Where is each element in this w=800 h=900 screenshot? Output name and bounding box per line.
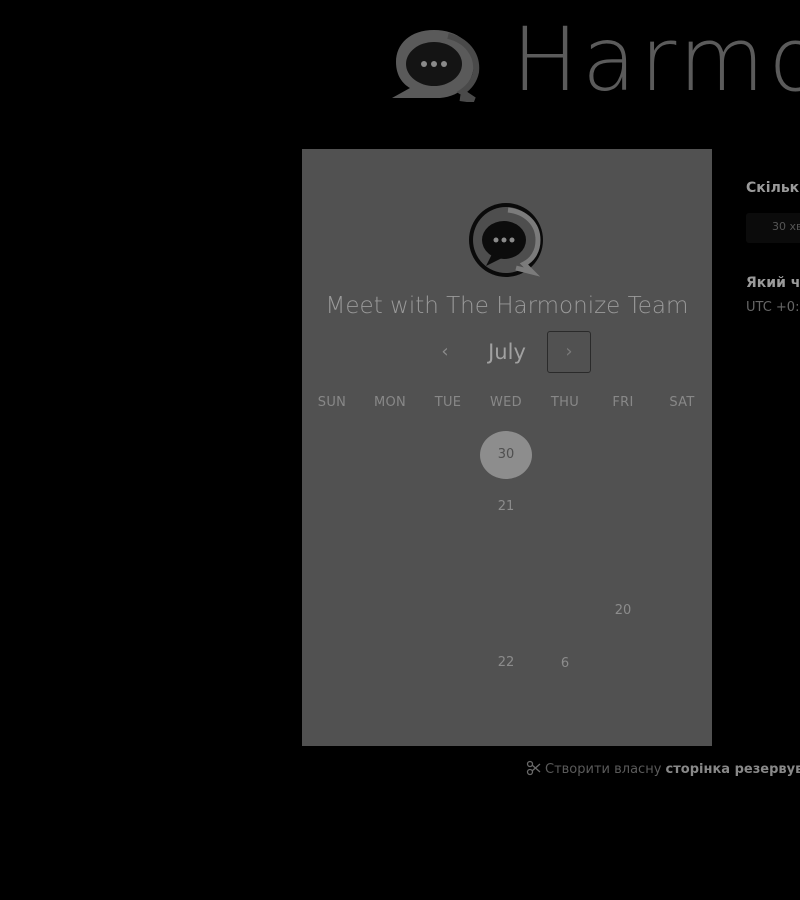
calendar-day[interactable]: 6	[539, 640, 591, 688]
footer-link[interactable]: сторінка резервува	[666, 762, 800, 777]
calendar-day[interactable]: 20	[597, 587, 649, 635]
weekday-sat: SAT	[669, 395, 695, 410]
time-heading: Який ч	[746, 275, 800, 291]
footer-promo: Створити власну сторінка резервува	[526, 760, 800, 778]
weekday-thu: THU	[550, 395, 580, 410]
scissors-icon	[526, 760, 541, 776]
chat-bubble-logo-icon	[392, 30, 480, 102]
duration-option[interactable]: 30 хв	[746, 213, 800, 243]
month-label: July	[488, 340, 526, 364]
footer-text: Створити власну	[545, 762, 662, 777]
weekday-wed: WED	[490, 395, 522, 410]
timezone-selector[interactable]: UTC +0:	[746, 300, 799, 315]
weekday-sun: SUN	[317, 395, 347, 410]
brand-name: Harmo	[512, 8, 800, 111]
weekday-mon: MON	[373, 395, 407, 410]
booking-page: Harmo Meet with The Harmonize Team ‹ Jul…	[0, 0, 800, 900]
weekday-fri: FRI	[612, 395, 634, 410]
calendar-day[interactable]: 22	[480, 639, 532, 687]
chevron-right-icon: ›	[565, 341, 573, 362]
duration-heading: Скільк	[746, 180, 800, 196]
calendar-day[interactable]: 21	[480, 483, 532, 531]
booking-panel: Meet with The Harmonize Team ‹ July › SU…	[302, 149, 712, 746]
chevron-left-icon: ‹	[441, 341, 449, 362]
page-title: Meet with The Harmonize Team	[325, 293, 689, 319]
previous-month-button[interactable]: ‹	[430, 338, 460, 366]
chat-bubble-logo-icon	[469, 203, 543, 277]
month-navigation: ‹ July ›	[302, 331, 712, 373]
calendar-day-selected[interactable]: 30	[480, 431, 532, 479]
weekday-tue: TUE	[434, 395, 462, 410]
duration-value: 30 хв	[772, 220, 800, 233]
weekday-header: SUN MON TUE WED THU FRI SAT	[302, 395, 712, 415]
next-month-button[interactable]: ›	[547, 331, 591, 373]
